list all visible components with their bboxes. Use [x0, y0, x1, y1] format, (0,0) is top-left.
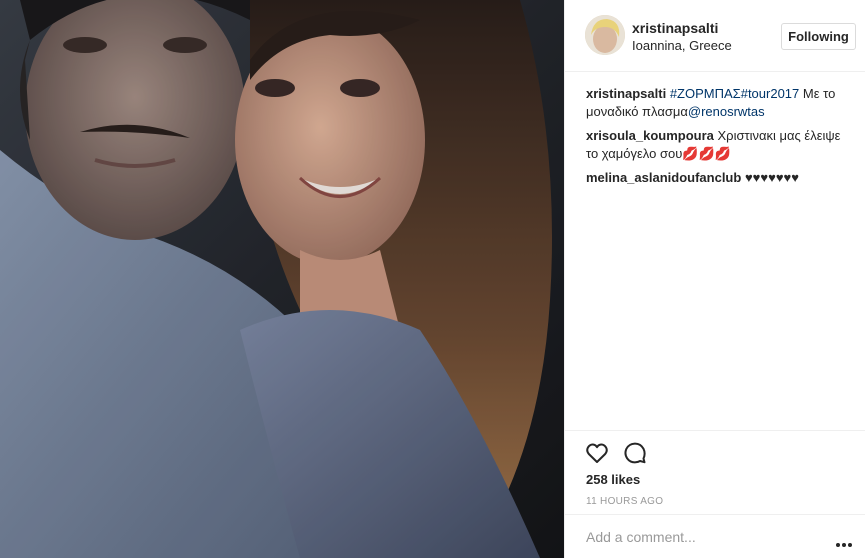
post-timestamp[interactable]: 11 HOURS AGO [586, 496, 663, 507]
header-username[interactable]: xristinapsalti [632, 20, 718, 36]
heart-icon[interactable] [585, 441, 609, 465]
comment-item: melina_aslanidoufanclub ♥♥♥♥♥♥♥ [586, 169, 848, 187]
likes-count[interactable]: 258 likes [586, 472, 640, 487]
comment-username[interactable]: melina_aslanidoufanclub [586, 170, 741, 185]
mention-link[interactable]: @renosrwtas [688, 104, 765, 119]
comment-username[interactable]: xrisoula_koumpoura [586, 128, 714, 143]
post-header: xristinapsalti Ioannina, Greece Followin… [565, 0, 865, 72]
action-bar [565, 430, 865, 464]
post-side-panel: xristinapsalti Ioannina, Greece Followin… [564, 0, 865, 558]
header-location[interactable]: Ioannina, Greece [632, 38, 732, 53]
comment-item: xrisoula_koumpoura Χριστινακι μας έλειψε… [586, 127, 848, 163]
following-button[interactable]: Following [781, 23, 856, 50]
avatar[interactable] [585, 15, 625, 55]
caption-username[interactable]: xristinapsalti [586, 86, 666, 101]
selfie-photo-image [0, 0, 564, 558]
hashtag-link[interactable]: #tour2017 [741, 86, 800, 101]
add-comment-bar [565, 514, 865, 558]
comment-input[interactable] [586, 527, 796, 547]
caption: xristinapsalti #ΖΟΡΜΠΑΣ#tour2017 Με το μ… [586, 85, 848, 121]
comment-text: ♥♥♥♥♥♥♥ [744, 170, 799, 185]
comments-section: xristinapsalti #ΖΟΡΜΠΑΣ#tour2017 Με το μ… [586, 85, 848, 193]
instagram-post: xristinapsalti Ioannina, Greece Followin… [0, 0, 865, 558]
avatar-image [585, 15, 625, 55]
hashtag-link[interactable]: #ΖΟΡΜΠΑΣ [670, 86, 741, 101]
ellipsis-icon[interactable] [835, 535, 853, 547]
post-photo[interactable] [0, 0, 564, 558]
speech-bubble-icon[interactable] [623, 441, 647, 465]
